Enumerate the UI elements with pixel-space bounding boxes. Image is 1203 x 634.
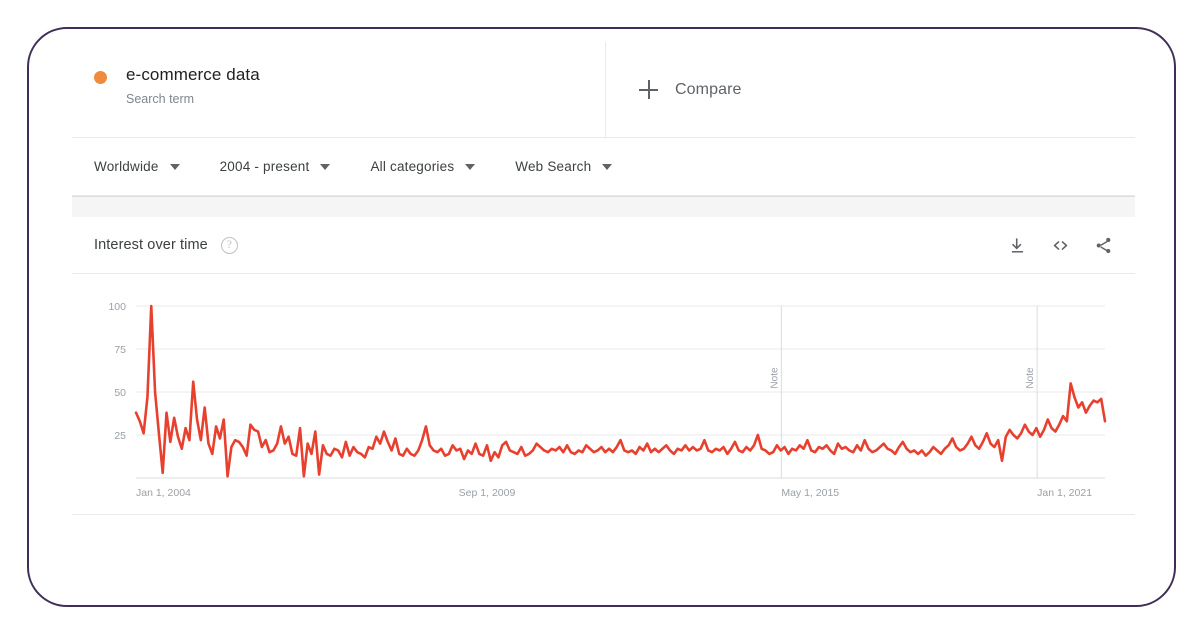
share-icon[interactable] [1094, 236, 1113, 255]
filter-time-range[interactable]: 2004 - present [220, 159, 331, 174]
y-axis-tick: 75 [114, 344, 126, 356]
download-icon[interactable] [1008, 236, 1027, 255]
plus-icon [639, 80, 658, 99]
x-axis-tick: Jan 1, 2004 [136, 487, 191, 499]
search-term-card[interactable]: e-commerce data Search term [72, 42, 606, 137]
screenshot-frame: e-commerce data Search term Compare Worl… [27, 27, 1176, 607]
card-actions [1008, 236, 1113, 255]
embed-icon[interactable] [1050, 236, 1071, 255]
y-axis-tick: 50 [114, 387, 126, 399]
compare-cell: Compare [606, 42, 1135, 137]
filter-search-type-label: Web Search [515, 159, 591, 174]
help-icon[interactable]: ? [221, 237, 238, 254]
filter-category-label: All categories [370, 159, 454, 174]
card-title: Interest over time [94, 237, 208, 253]
trends-panel: e-commerce data Search term Compare Worl… [72, 42, 1135, 594]
x-axis-tick: Sep 1, 2009 [459, 487, 516, 499]
search-term-name: e-commerce data [126, 64, 260, 86]
note-annotation[interactable]: Note [769, 367, 780, 389]
section-spacer [72, 196, 1135, 217]
chart-area[interactable]: 25 50 75 100 Note Note Jan 1, 2004 Sep 1, 2009 M… [72, 274, 1135, 514]
interest-over-time-card: Interest over time ? [72, 217, 1135, 515]
filter-search-type[interactable]: Web Search [515, 159, 612, 174]
y-axis-tick: 100 [108, 301, 126, 313]
y-axis-tick: 25 [114, 430, 126, 442]
chevron-down-icon [465, 164, 475, 170]
filter-category[interactable]: All categories [370, 159, 475, 174]
chevron-down-icon [170, 164, 180, 170]
search-term-type: Search term [126, 90, 260, 108]
chevron-down-icon [602, 164, 612, 170]
note-annotation[interactable]: Note [1025, 367, 1036, 389]
compare-label: Compare [675, 81, 742, 99]
chevron-down-icon [320, 164, 330, 170]
filter-bar: Worldwide 2004 - present All categories … [72, 138, 1135, 196]
x-axis-tick: May 1, 2015 [781, 487, 839, 499]
search-term-header: e-commerce data Search term Compare [72, 42, 1135, 138]
add-compare-button[interactable]: Compare [639, 80, 742, 99]
series-color-dot [94, 71, 107, 84]
filter-time-range-label: 2004 - present [220, 159, 310, 174]
filter-location-label: Worldwide [94, 159, 159, 174]
interest-line-chart[interactable]: 25 50 75 100 Note Note Jan 1, 2004 Sep 1, 2009 M… [94, 296, 1113, 506]
x-axis-tick: Jan 1, 2021 [1037, 487, 1092, 499]
card-header: Interest over time ? [72, 217, 1135, 274]
series-line [136, 306, 1105, 476]
filter-location[interactable]: Worldwide [94, 159, 180, 174]
